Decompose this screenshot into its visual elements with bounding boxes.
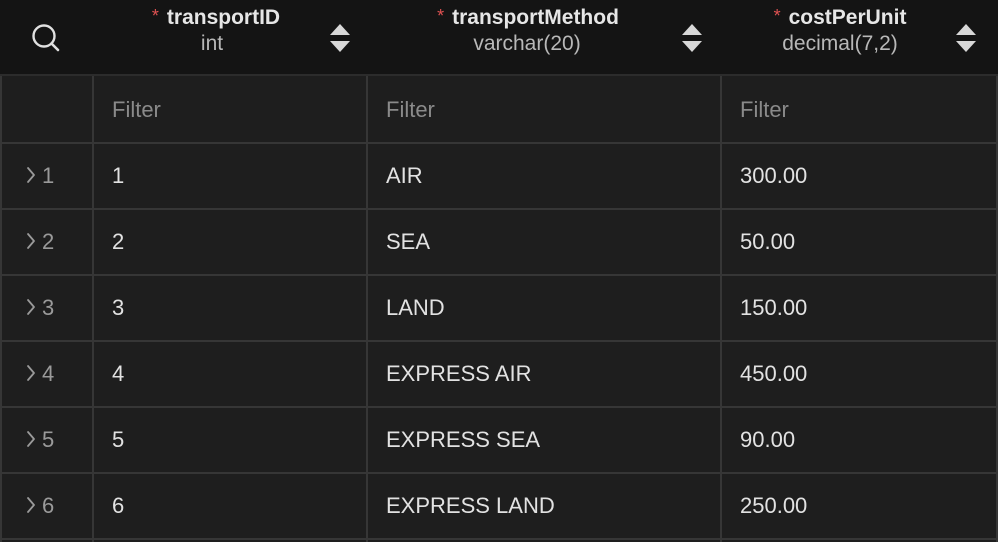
cell-transportid[interactable]: 3 — [94, 276, 366, 340]
cell-transportmethod[interactable]: EXPRESS LAND — [368, 474, 720, 538]
cell-transportid[interactable]: 2 — [94, 210, 366, 274]
cell-costperunit[interactable]: 300.00 — [722, 144, 996, 208]
cell-transportmethod[interactable]: EXPRESS SEA — [368, 408, 720, 472]
table-row[interactable]: 2 2 SEA 50.00 — [0, 210, 998, 276]
grid-divider — [0, 538, 998, 540]
grid-header: * transportID int * transportMethod varcha… — [0, 0, 998, 76]
table-row[interactable]: 5 5 EXPRESS SEA 90.00 — [0, 408, 998, 474]
cell-transportmethod[interactable]: EXPRESS AIR — [368, 342, 720, 406]
column-title: * transportMethod — [418, 5, 638, 33]
filter-input-costperunit[interactable]: Filter — [722, 78, 996, 142]
required-marker: * — [151, 6, 159, 26]
row-expander[interactable]: 5 — [2, 408, 92, 472]
row-number: 4 — [42, 361, 55, 386]
cell-transportmethod[interactable]: SEA — [368, 210, 720, 274]
row-expander[interactable]: 4 — [2, 342, 92, 406]
column-type: decimal(7,2) — [782, 32, 898, 55]
row-number: 1 — [42, 163, 55, 188]
row-number: 5 — [42, 427, 55, 452]
row-expander[interactable]: 1 — [2, 144, 92, 208]
table-row[interactable]: 3 3 LAND 150.00 — [0, 276, 998, 342]
column-name: costPerUnit — [788, 6, 907, 29]
cell-transportid[interactable]: 1 — [94, 144, 366, 208]
cell-transportid[interactable]: 6 — [94, 474, 366, 538]
filter-input-transportmethod[interactable]: Filter — [368, 78, 720, 142]
column-title: * costPerUnit — [758, 5, 922, 33]
chevron-right-icon — [27, 233, 35, 250]
column-type: int — [200, 32, 224, 55]
search-icon — [32, 24, 60, 52]
chevron-right-icon — [27, 299, 35, 316]
row-expander[interactable]: 6 — [2, 474, 92, 538]
cell-transportid[interactable]: 4 — [94, 342, 366, 406]
row-expander[interactable]: 2 — [2, 210, 92, 274]
row-number: 3 — [42, 295, 55, 320]
filter-input-transportid[interactable]: Filter — [94, 78, 366, 142]
cell-costperunit[interactable]: 450.00 — [722, 342, 996, 406]
column-header-costperunit[interactable]: * costPerUnit decimal(7,2) — [722, 0, 998, 76]
sort-toggle-icon[interactable] — [326, 20, 354, 56]
cell-transportid[interactable]: 5 — [94, 408, 366, 472]
cell-transportmethod[interactable]: AIR — [368, 144, 720, 208]
column-name: transportMethod — [452, 6, 619, 29]
cell-costperunit[interactable]: 250.00 — [722, 474, 996, 538]
cell-costperunit[interactable]: 150.00 — [722, 276, 996, 340]
column-title: * transportID — [136, 5, 296, 33]
row-number: 2 — [42, 229, 55, 254]
required-marker: * — [773, 6, 781, 26]
cell-costperunit[interactable]: 90.00 — [722, 408, 996, 472]
table-row[interactable]: 1 1 AIR 300.00 — [0, 144, 998, 210]
cell-costperunit[interactable]: 50.00 — [722, 210, 996, 274]
chevron-right-icon — [27, 167, 35, 184]
filter-row-spacer — [2, 78, 92, 142]
filter-row: Filter Filter Filter — [0, 78, 998, 144]
required-marker: * — [437, 6, 445, 26]
cell-transportmethod[interactable]: LAND — [368, 276, 720, 340]
column-name: transportID — [166, 6, 281, 29]
chevron-right-icon — [27, 365, 35, 382]
row-number: 6 — [42, 493, 55, 518]
search-button[interactable] — [20, 18, 72, 58]
grid-body: Filter Filter Filter 1 1 AIR 300.00 2 2 SEA 50.… — [0, 76, 998, 542]
sort-toggle-icon[interactable] — [678, 20, 706, 56]
sort-toggle-icon[interactable] — [952, 20, 980, 56]
column-header-transportmethod[interactable]: * transportMethod varchar(20) — [368, 0, 720, 76]
column-type: varchar(20) — [473, 32, 581, 55]
table-row[interactable]: 6 6 EXPRESS LAND 250.00 — [0, 474, 998, 540]
table-row[interactable]: 4 4 EXPRESS AIR 450.00 — [0, 342, 998, 408]
column-header-transportid[interactable]: * transportID int — [96, 0, 366, 76]
data-grid: * transportID int * transportMethod varcha… — [0, 0, 998, 542]
chevron-right-icon — [27, 431, 35, 448]
row-expander[interactable]: 3 — [2, 276, 92, 340]
chevron-right-icon — [27, 497, 35, 514]
